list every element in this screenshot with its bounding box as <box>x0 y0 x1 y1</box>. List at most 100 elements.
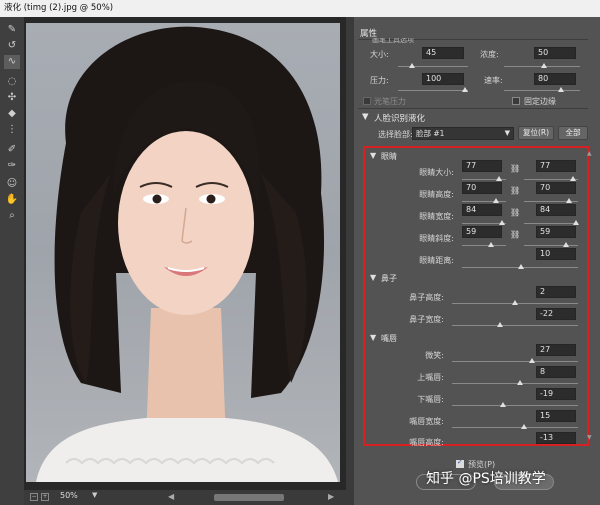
eye-height-left-input[interactable]: 70 <box>462 182 502 194</box>
mouth-width-input[interactable]: 15 <box>536 410 576 422</box>
select-face-dropdown[interactable]: 脸部 #1 ▼ <box>412 127 514 140</box>
lower-lip-track[interactable] <box>452 405 578 406</box>
link-icon[interactable]: ⛓ <box>510 185 520 197</box>
horizontal-scroll-thumb[interactable] <box>214 494 284 501</box>
eye-height-right-thumb[interactable] <box>566 198 572 203</box>
rate-input[interactable]: 80 <box>534 73 576 85</box>
eye-width-right-input[interactable]: 84 <box>536 204 576 216</box>
eye-size-right-input[interactable]: 77 <box>536 160 576 172</box>
eye-tilt-left-input[interactable]: 59 <box>462 226 502 238</box>
eye-tilt-right-thumb[interactable] <box>563 242 569 247</box>
canvas-area[interactable] <box>24 17 346 505</box>
preview-checkbox[interactable] <box>456 458 464 468</box>
smile-label: 微笑: <box>425 351 444 360</box>
eye-width-left-input[interactable]: 84 <box>462 204 502 216</box>
mouth-toggle[interactable]: ▼ <box>370 333 376 342</box>
upper-lip-thumb[interactable] <box>517 380 523 385</box>
nose-toggle[interactable]: ▼ <box>370 273 376 282</box>
thaw-mask-icon[interactable]: ✑ <box>4 159 20 173</box>
eye-width-right-thumb[interactable] <box>573 220 579 225</box>
nose-width-input[interactable]: -22 <box>536 308 576 320</box>
link-icon[interactable]: ⛓ <box>510 229 520 241</box>
zoom-level[interactable]: 50% <box>60 491 78 500</box>
eye-tilt-right-track[interactable] <box>524 245 578 246</box>
eye-height-left-track[interactable] <box>462 201 506 202</box>
freeze-mask-icon[interactable]: ✐ <box>4 143 20 157</box>
eye-height-left-thumb[interactable] <box>493 198 499 203</box>
panel-scrollbar[interactable]: ▲ ▼ <box>587 150 595 442</box>
eye-size-right-thumb[interactable] <box>570 176 576 181</box>
eyes-heading: 眼睛 <box>381 152 397 161</box>
reset-button[interactable]: 复位(R) <box>518 126 554 140</box>
bloat-icon[interactable]: ◆ <box>4 107 20 121</box>
eye-size-left-input[interactable]: 77 <box>462 160 502 172</box>
pucker-icon[interactable]: ✣ <box>4 91 20 105</box>
pressure-input[interactable]: 100 <box>422 73 464 85</box>
window-title: 液化 (timg (2).jpg @ 50%) <box>0 0 600 17</box>
rate-slider-track[interactable] <box>504 90 580 91</box>
mouth-width-track[interactable] <box>452 427 578 428</box>
nose-height-input[interactable]: 2 <box>536 286 576 298</box>
lower-lip-thumb[interactable] <box>500 402 506 407</box>
status-bar: − + 50% ▼ ◀ ▶ <box>24 490 346 505</box>
eye-width-left-thumb[interactable] <box>499 220 505 225</box>
smile-thumb[interactable] <box>529 358 535 363</box>
eye-tilt-label: 眼睛斜度: <box>419 234 454 243</box>
face-tool-icon[interactable]: ☺ <box>4 177 20 191</box>
all-button[interactable]: 全部 <box>558 126 588 140</box>
eye-height-right-input[interactable]: 70 <box>536 182 576 194</box>
smile-input[interactable]: 27 <box>536 344 576 356</box>
upper-lip-input[interactable]: 8 <box>536 366 576 378</box>
reconstruct-icon[interactable]: ↺ <box>4 39 20 53</box>
density-slider-thumb[interactable] <box>541 63 547 68</box>
zoom-out-button[interactable]: − <box>30 493 38 501</box>
eye-distance-thumb[interactable] <box>518 264 524 269</box>
mouth-width-thumb[interactable] <box>521 424 527 429</box>
eye-size-left-thumb[interactable] <box>496 176 502 181</box>
scroll-right-icon[interactable]: ▶ <box>328 492 334 501</box>
nose-width-thumb[interactable] <box>497 322 503 327</box>
scroll-left-icon[interactable]: ◀ <box>168 492 174 501</box>
portrait-photo[interactable] <box>26 23 340 482</box>
smile-track[interactable] <box>452 361 578 362</box>
eye-width-right-track[interactable] <box>524 223 578 224</box>
twirl-icon[interactable]: ◌ <box>4 75 20 89</box>
lower-lip-input[interactable]: -19 <box>536 388 576 400</box>
eye-width-label: 眼睛宽度: <box>419 212 454 221</box>
smooth-icon[interactable]: ∿ <box>4 55 20 69</box>
pin-edges-checkbox[interactable] <box>512 97 520 105</box>
eye-tilt-left-thumb[interactable] <box>488 242 494 247</box>
zoom-icon[interactable]: ⌕ <box>4 209 20 223</box>
link-icon[interactable]: ⛓ <box>510 207 520 219</box>
hand-icon[interactable]: ✋ <box>4 193 20 207</box>
nose-heading: 鼻子 <box>381 274 397 283</box>
push-left-icon[interactable]: ⋮ <box>4 123 20 137</box>
density-input[interactable]: 50 <box>534 47 576 59</box>
stylus-pressure-checkbox[interactable] <box>363 97 371 105</box>
select-face-label: 选择脸部: <box>378 130 413 139</box>
size-slider-thumb[interactable] <box>409 63 415 68</box>
eye-tilt-right-input[interactable]: 59 <box>536 226 576 238</box>
face-aware-toggle[interactable]: ▼ <box>362 112 369 122</box>
divider <box>358 108 588 109</box>
nose-height-label: 鼻子高度: <box>409 293 444 302</box>
upper-lip-track[interactable] <box>452 383 578 384</box>
eye-tilt-left-track[interactable] <box>462 245 506 246</box>
rate-slider-thumb[interactable] <box>558 87 564 92</box>
pressure-slider-track[interactable] <box>398 90 468 91</box>
pressure-slider-thumb[interactable] <box>462 87 468 92</box>
stylus-pressure-label: 光笔压力 <box>374 97 406 106</box>
scroll-down-icon[interactable]: ▼ <box>587 434 592 441</box>
mouth-height-input[interactable]: -13 <box>536 432 576 444</box>
chevron-down-icon[interactable]: ▼ <box>92 491 97 499</box>
size-input[interactable]: 45 <box>422 47 464 59</box>
eye-distance-input[interactable]: 10 <box>536 248 576 260</box>
zoom-in-button[interactable]: + <box>41 493 49 501</box>
nose-width-track[interactable] <box>452 325 578 326</box>
forward-warp-icon[interactable]: ✎ <box>4 23 20 37</box>
scroll-up-icon[interactable]: ▲ <box>587 150 592 157</box>
link-icon[interactable]: ⛓ <box>510 163 520 175</box>
pressure-label: 压力: <box>370 76 389 85</box>
nose-height-thumb[interactable] <box>512 300 518 305</box>
eyes-toggle[interactable]: ▼ <box>370 151 376 160</box>
